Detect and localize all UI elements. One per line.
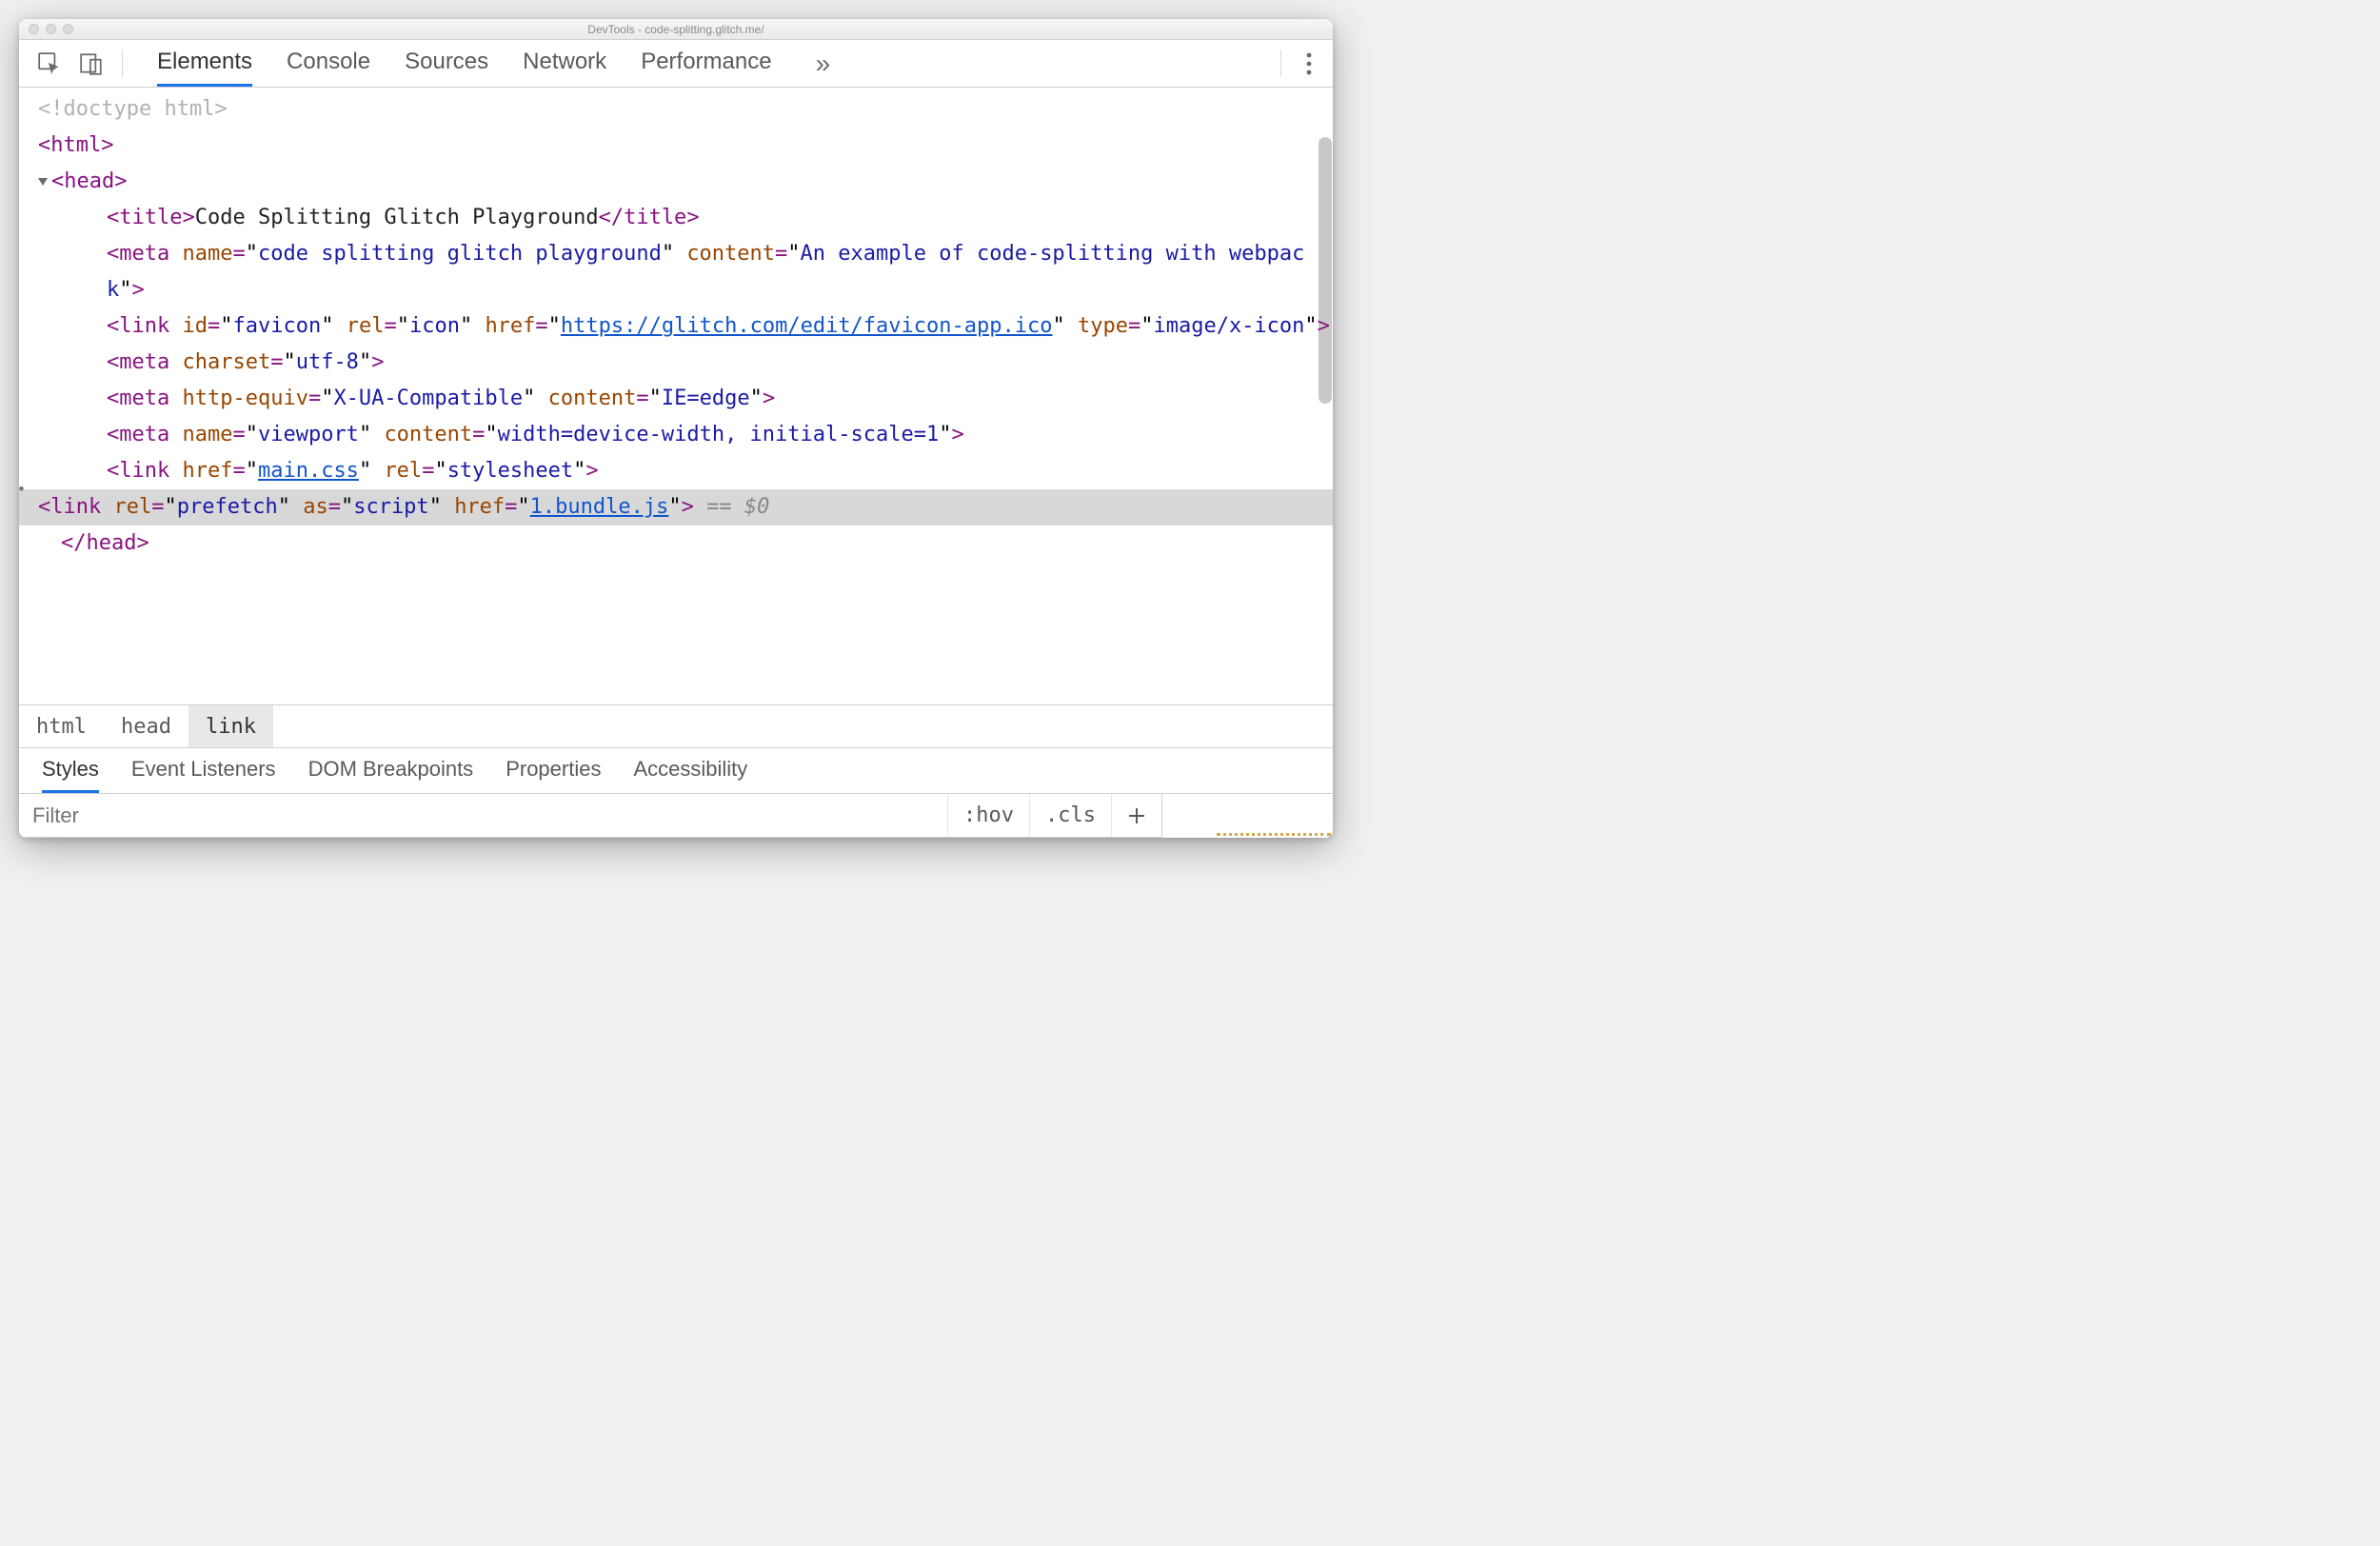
breadcrumb-link[interactable]: link: [188, 705, 273, 747]
subtab-accessibility[interactable]: Accessibility: [633, 748, 747, 793]
dom-breadcrumb: html head link: [19, 704, 1333, 748]
window-titlebar: DevTools - code-splitting.glitch.me/: [19, 19, 1333, 40]
subtab-event-listeners[interactable]: Event Listeners: [131, 748, 276, 793]
device-toolbar-icon[interactable]: [74, 40, 109, 87]
subtab-properties[interactable]: Properties: [506, 748, 601, 793]
selected-line-gutter-icon: •••: [19, 489, 38, 525]
toolbar-divider: [1280, 50, 1281, 77]
tab-sources[interactable]: Sources: [405, 40, 488, 87]
subtab-dom-breakpoints[interactable]: DOM Breakpoints: [308, 748, 474, 793]
tab-network[interactable]: Network: [523, 40, 606, 87]
dom-line[interactable]: <meta charset="utf-8">: [38, 345, 1333, 381]
dom-line[interactable]: </head>: [38, 525, 1333, 562]
more-tabs-icon[interactable]: »: [806, 40, 841, 87]
styles-toolbar: :hov .cls: [19, 794, 1161, 838]
cls-button[interactable]: .cls: [1029, 794, 1111, 837]
dom-line[interactable]: <meta name="viewport" content="width=dev…: [38, 417, 1333, 453]
styles-toolbar-row: :hov .cls: [19, 794, 1333, 838]
subtab-styles[interactable]: Styles: [42, 748, 99, 793]
dom-line[interactable]: <meta name="code splitting glitch playgr…: [38, 236, 1333, 308]
dom-line[interactable]: <meta http-equiv="X-UA-Compatible" conte…: [38, 381, 1333, 417]
close-window-button[interactable]: [29, 24, 39, 34]
main-toolbar: Elements Console Sources Network Perform…: [19, 40, 1333, 88]
dom-tree-panel[interactable]: <!doctype html><html><head><title>Code S…: [19, 88, 1333, 704]
main-tabs: Elements Console Sources Network Perform…: [157, 40, 1267, 87]
tab-elements[interactable]: Elements: [157, 40, 252, 87]
inspect-element-icon[interactable]: [32, 40, 67, 87]
dom-line[interactable]: <html>: [38, 128, 1333, 164]
styles-filter-input[interactable]: [19, 794, 947, 837]
dom-line[interactable]: •••<link rel="prefetch" as="script" href…: [19, 489, 1333, 525]
dom-line-doctype[interactable]: <!doctype html>: [38, 91, 1333, 128]
toolbar-divider: [122, 50, 123, 77]
minimize-window-button[interactable]: [46, 24, 56, 34]
dom-line[interactable]: <head>: [38, 164, 1333, 200]
dom-line[interactable]: <title>Code Splitting Glitch Playground<…: [38, 200, 1333, 236]
new-style-rule-icon[interactable]: [1111, 794, 1161, 837]
zoom-window-button[interactable]: [63, 24, 73, 34]
devtools-window: DevTools - code-splitting.glitch.me/ Ele…: [19, 19, 1333, 838]
kebab-menu-icon[interactable]: [1295, 40, 1323, 87]
breadcrumb-html[interactable]: html: [19, 705, 104, 747]
hov-button[interactable]: :hov: [947, 794, 1029, 837]
dom-line[interactable]: <link id="favicon" rel="icon" href="http…: [38, 308, 1333, 345]
styles-subtabs: Styles Event Listeners DOM Breakpoints P…: [19, 748, 1333, 794]
computed-preview-strip: [1161, 794, 1333, 838]
traffic-lights: [19, 24, 73, 34]
breadcrumb-head[interactable]: head: [104, 705, 188, 747]
window-title: DevTools - code-splitting.glitch.me/: [19, 23, 1333, 36]
tab-console[interactable]: Console: [287, 40, 370, 87]
dom-line[interactable]: <link href="main.css" rel="stylesheet">: [38, 453, 1333, 489]
tab-performance[interactable]: Performance: [641, 40, 771, 87]
